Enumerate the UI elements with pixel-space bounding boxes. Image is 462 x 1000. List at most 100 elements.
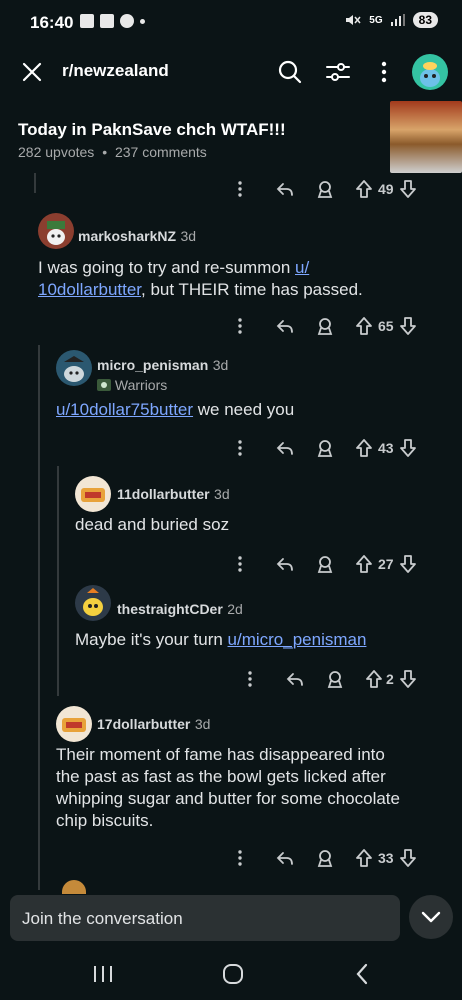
reply-icon[interactable]	[276, 440, 294, 456]
upvote-icon[interactable]	[356, 317, 372, 335]
comment-body: Maybe it's your turn u/micro_penisman	[75, 629, 455, 651]
comment-timestamp: 2d	[227, 601, 243, 617]
avatar[interactable]	[38, 213, 74, 249]
comment-body: I was going to try and re-summon u/10dol…	[38, 257, 448, 301]
more-options-icon[interactable]	[370, 58, 398, 86]
more-options-icon[interactable]	[242, 671, 258, 687]
post-meta: 282 upvotes • 237 comments	[18, 144, 207, 160]
more-options-icon[interactable]	[232, 318, 248, 334]
reply-icon[interactable]	[286, 671, 304, 687]
flair-text: Warriors	[114, 377, 168, 393]
more-options-icon[interactable]	[232, 850, 248, 866]
comment-text-cont: , but THEIR time has passed.	[141, 280, 363, 299]
comment-composer[interactable]: Join the conversation	[10, 895, 400, 941]
award-icon[interactable]	[326, 670, 344, 688]
post-thumbnail[interactable]	[390, 101, 462, 173]
scroll-down-button[interactable]	[409, 895, 453, 939]
butter-avatar-icon	[62, 718, 86, 732]
avatar[interactable]	[62, 880, 86, 894]
slack-icon	[100, 14, 114, 28]
comment-body: Their moment of fame has disappeared int…	[56, 744, 456, 832]
post-upvotes: 282 upvotes	[18, 144, 95, 160]
upvote-icon[interactable]	[356, 849, 372, 867]
comment-body: u/10dollar75butter we need you	[56, 399, 446, 421]
user-mention-link-cont[interactable]: 10dollarbutter	[38, 280, 141, 299]
chevron-down-icon	[421, 911, 441, 923]
comment-username[interactable]: 17dollarbutter	[97, 716, 190, 732]
signal-icon	[390, 14, 405, 26]
user-mention-link[interactable]: u/10dollar75butter	[56, 400, 193, 419]
recent-apps-icon[interactable]	[92, 964, 114, 984]
vote-count: 49	[378, 181, 394, 197]
award-icon[interactable]	[316, 555, 334, 573]
comment-actions: 27	[232, 552, 416, 576]
user-flair: Warriors	[97, 377, 167, 393]
award-icon[interactable]	[316, 439, 334, 457]
upvote-icon[interactable]	[356, 180, 372, 198]
vote-count: 43	[378, 440, 394, 456]
comment-timestamp: 3d	[212, 357, 229, 373]
comment-username[interactable]: thestraightCDer	[117, 601, 223, 617]
comment-username[interactable]: markosharkNZ	[78, 228, 176, 244]
comment-actions: 49	[232, 177, 416, 201]
comment-header: markosharkNZ 3d	[78, 228, 196, 246]
comment-username[interactable]: 11dollarbutter	[117, 486, 210, 502]
home-icon[interactable]	[221, 962, 245, 986]
post-comment-count: 237 comments	[114, 144, 207, 160]
downvote-icon[interactable]	[399, 180, 416, 198]
downvote-icon[interactable]	[399, 849, 416, 867]
upvote-icon[interactable]	[356, 555, 372, 573]
downvote-icon[interactable]	[399, 670, 416, 688]
close-icon[interactable]	[18, 58, 46, 86]
composer-placeholder[interactable]: Join the conversation	[22, 909, 183, 929]
comment-text: I was going to try and re-summon	[38, 258, 296, 277]
comment-username[interactable]: micro_penisman	[97, 357, 208, 373]
warriors-flair-icon	[97, 379, 111, 391]
comment-timestamp: 3d	[180, 228, 197, 244]
avatar[interactable]	[75, 476, 111, 512]
comment-actions: 33	[232, 846, 416, 870]
subreddit-name[interactable]: r/newzealand	[62, 61, 169, 81]
more-options-icon[interactable]	[232, 440, 248, 456]
comment-actions: 2	[242, 667, 416, 691]
more-options-icon[interactable]	[232, 181, 248, 197]
reply-icon[interactable]	[276, 850, 294, 866]
downvote-icon[interactable]	[399, 555, 416, 573]
snoo-avatar-icon	[420, 62, 440, 87]
more-notifications-dot-icon	[140, 18, 145, 24]
downvote-icon[interactable]	[399, 317, 416, 335]
user-mention-link[interactable]: u/	[295, 258, 309, 277]
avatar[interactable]	[56, 350, 92, 386]
avatar[interactable]	[75, 585, 111, 621]
snoo-avatar-icon	[83, 588, 103, 616]
comment-actions: 65	[232, 314, 416, 338]
comment-header: 17dollarbutter 3d	[97, 716, 210, 734]
reply-icon[interactable]	[276, 556, 294, 572]
upvote-icon[interactable]	[356, 439, 372, 457]
comment-line: Their moment of fame has disappeared int…	[56, 745, 385, 764]
snoo-avatar-icon	[64, 356, 84, 382]
avatar[interactable]	[56, 706, 92, 742]
comment-timestamp: 3d	[194, 716, 211, 732]
downvote-icon[interactable]	[399, 439, 416, 457]
post-title[interactable]: Today in PaknSave chch WTAF!!!	[18, 120, 286, 140]
back-icon[interactable]	[354, 963, 370, 985]
user-mention-link[interactable]: u/micro_penisman	[228, 630, 367, 649]
user-avatar[interactable]	[412, 54, 448, 90]
reply-icon[interactable]	[276, 318, 294, 334]
comment-header: 11dollarbutter 3d	[117, 486, 230, 504]
comment-line: chip biscuits.	[56, 811, 154, 830]
award-icon[interactable]	[316, 849, 334, 867]
top-bar: r/newzealand	[0, 46, 462, 98]
more-options-icon[interactable]	[232, 556, 248, 572]
thread-line	[57, 466, 59, 696]
gallery-icon	[80, 14, 94, 28]
sort-filter-icon[interactable]	[324, 58, 352, 86]
award-icon[interactable]	[316, 317, 334, 335]
snoo-avatar-icon	[47, 221, 65, 245]
upvote-icon[interactable]	[366, 670, 382, 688]
award-icon[interactable]	[316, 180, 334, 198]
reply-icon[interactable]	[276, 181, 294, 197]
meta-separator: •	[102, 144, 108, 160]
search-icon[interactable]	[276, 58, 304, 86]
